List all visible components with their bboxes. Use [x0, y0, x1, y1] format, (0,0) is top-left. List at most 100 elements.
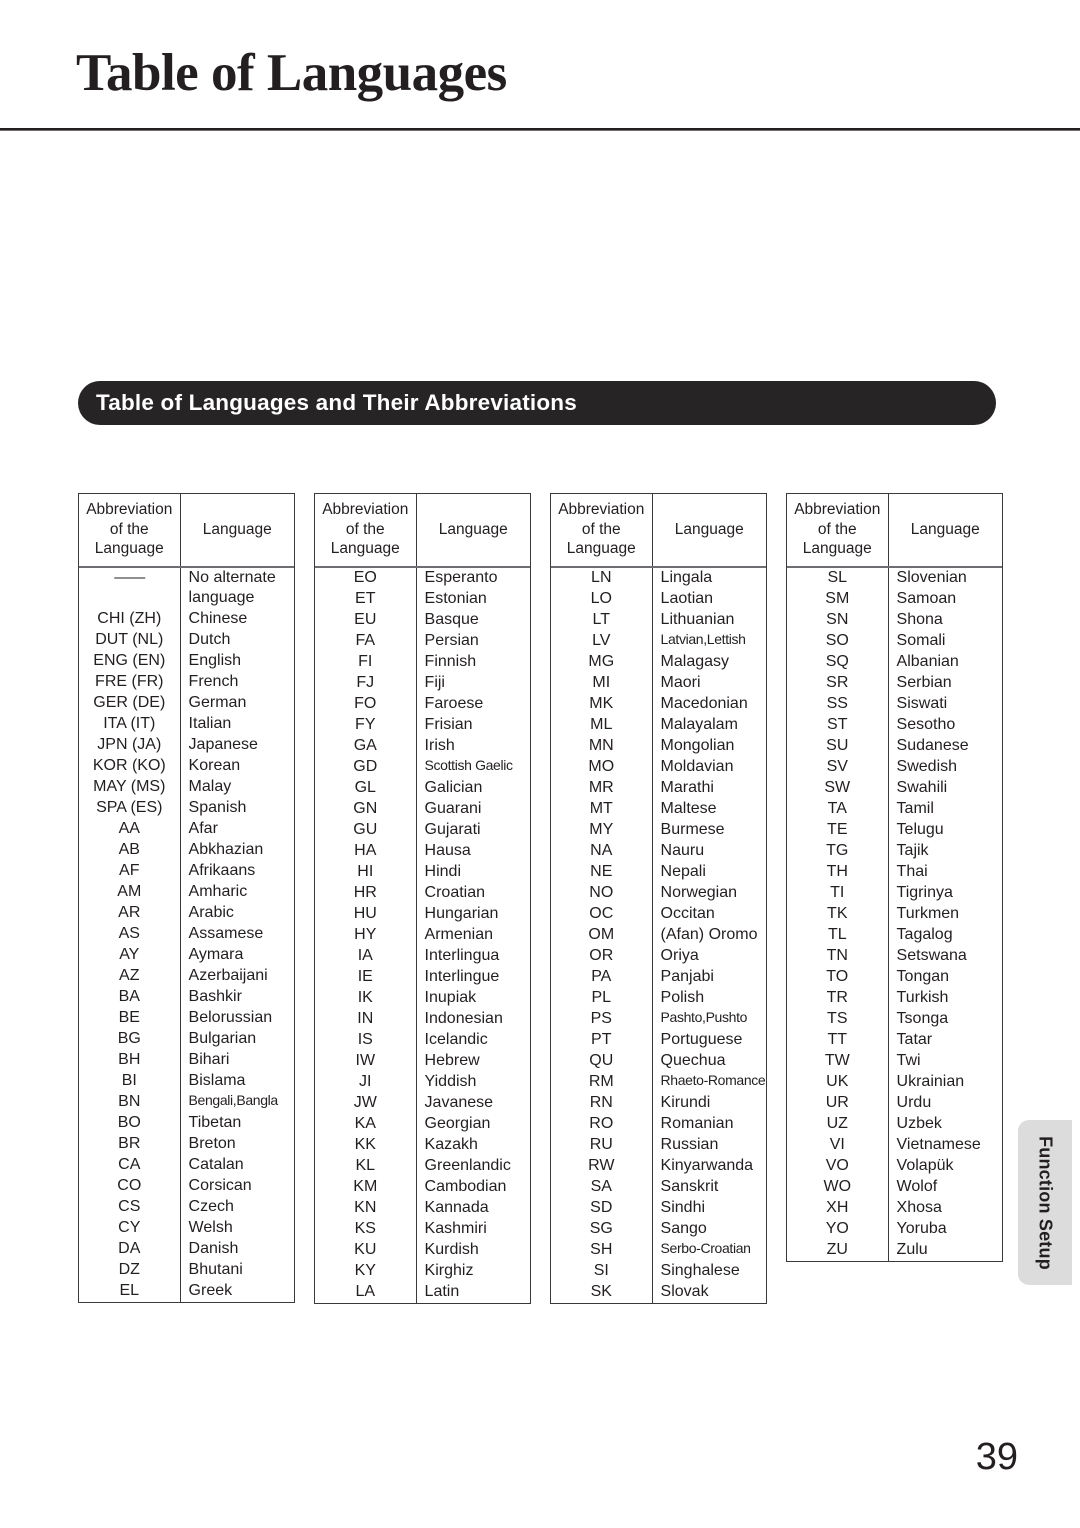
- table-row: YO Yoruba: [787, 1219, 1002, 1241]
- column-header-language: Language: [652, 494, 766, 569]
- abbreviation-cell: MO: [551, 757, 653, 779]
- abbreviation-cell: VI: [787, 1135, 889, 1157]
- abbreviation-cell: SG: [551, 1219, 653, 1241]
- language-table-block: Abbreviation of the Language Language EO Espe…: [314, 493, 531, 1305]
- table-row: —— No alternate language: [79, 567, 294, 610]
- table-row: SD Sindhi: [551, 1198, 766, 1220]
- language-name-cell: Gujarati: [424, 821, 481, 839]
- abbreviation-cell: KK: [315, 1135, 417, 1157]
- table-row: SI Singhalese: [551, 1261, 766, 1283]
- table-header-row: Abbreviation of the Language Language: [787, 494, 1002, 569]
- language-name-cell: Breton: [188, 1135, 236, 1153]
- language-name-cell: Panjabi: [660, 968, 714, 986]
- language-name-cell: Greenlandic: [424, 1157, 511, 1175]
- language-name-cell: Azerbaijani: [188, 967, 268, 985]
- table-row: SO Somali: [787, 631, 1002, 653]
- table-row: RN Kirundi: [551, 1093, 766, 1115]
- table-row: OC Occitan: [551, 904, 766, 926]
- language-name-cell: Frisian: [424, 716, 473, 734]
- language-name-cell: Kazakh: [424, 1136, 478, 1154]
- table-row: CS Czech: [79, 1197, 294, 1219]
- abbreviation-cell: BI: [79, 1071, 181, 1093]
- table-row: FI Finnish: [315, 652, 530, 674]
- language-name-cell: Zulu: [896, 1241, 928, 1259]
- column-header-abbreviation: Abbreviation of the Language: [79, 494, 181, 569]
- abbreviation-cell: PL: [551, 988, 653, 1010]
- table-row: NO Norwegian: [551, 883, 766, 905]
- language-name-cell: Siswati: [896, 695, 948, 713]
- table-row: RM Rhaeto-Romance: [551, 1072, 766, 1094]
- language-name-cell: Macedonian: [660, 695, 748, 713]
- abbreviation-cell: CY: [79, 1218, 181, 1240]
- abbreviation-cell: LN: [551, 567, 653, 590]
- language-name-cell: Kirundi: [660, 1094, 711, 1112]
- table-row: MG Malagasy: [551, 652, 766, 674]
- table-row: AR Arabic: [79, 903, 294, 925]
- abbreviation-cell: TS: [787, 1009, 889, 1031]
- table-row: SM Samoan: [787, 589, 1002, 611]
- table-row: JPN (JA) Japanese: [79, 735, 294, 757]
- table-row: EL Greek: [79, 1281, 294, 1303]
- table-row: KA Georgian: [315, 1114, 530, 1136]
- language-name-cell: Hebrew: [424, 1052, 480, 1070]
- abbreviation-cell: MT: [551, 799, 653, 821]
- language-name-cell: Laotian: [660, 590, 714, 608]
- language-name-cell: Irish: [424, 737, 455, 755]
- abbreviation-cell: KU: [315, 1240, 417, 1262]
- table-row: SV Swedish: [787, 757, 1002, 779]
- abbreviation-cell: SU: [787, 736, 889, 758]
- language-name-cell: Korean: [188, 757, 241, 775]
- language-name-cell: Rhaeto-Romance: [660, 1072, 766, 1089]
- abbreviation-cell: TT: [787, 1030, 889, 1052]
- language-name-cell: Amharic: [188, 883, 248, 901]
- column-header-language: Language: [888, 494, 1002, 569]
- table-header-row: Abbreviation of the Language Language: [315, 494, 530, 569]
- abbreviation-cell: LO: [551, 589, 653, 611]
- table-row: RO Romanian: [551, 1114, 766, 1136]
- language-name-cell: Lithuanian: [660, 611, 735, 629]
- abbreviation-cell: UR: [787, 1093, 889, 1115]
- abbreviation-cell: CO: [79, 1176, 181, 1198]
- table-row: ENG (EN) English: [79, 651, 294, 673]
- language-name-cell: Spanish: [188, 799, 247, 817]
- language-table-block: Abbreviation of the Language Language LN Ling…: [550, 493, 767, 1305]
- table-row: FRE (FR) French: [79, 672, 294, 694]
- abbreviation-cell: KM: [315, 1177, 417, 1199]
- table-row: SN Shona: [787, 610, 1002, 632]
- abbreviation-cell: FI: [315, 652, 417, 674]
- column-header-abbreviation: Abbreviation of the Language: [315, 494, 417, 569]
- abbreviation-cell: BA: [79, 987, 181, 1009]
- language-name-cell: Esperanto: [424, 569, 498, 587]
- language-name-cell: French: [188, 673, 239, 691]
- table-row: LN Lingala: [551, 567, 766, 590]
- table-row: CHI (ZH) Chinese: [79, 609, 294, 631]
- table-row: TO Tongan: [787, 967, 1002, 989]
- abbreviation-cell: RO: [551, 1114, 653, 1136]
- language-name-cell: Guarani: [424, 800, 482, 818]
- table-row: SK Slovak: [551, 1282, 766, 1304]
- abbreviation-cell: RU: [551, 1135, 653, 1157]
- abbreviation-cell: AF: [79, 861, 181, 883]
- language-name-cell: Telugu: [896, 821, 944, 839]
- language-name-cell: Samoan: [896, 590, 957, 608]
- language-name-cell: Armenian: [424, 926, 494, 944]
- language-name-cell: Twi: [896, 1052, 921, 1070]
- table-row: FA Persian: [315, 631, 530, 653]
- table-row: TT Tatar: [787, 1030, 1002, 1052]
- language-name-cell: Pashto,Pushto: [660, 1009, 748, 1026]
- language-name-cell: Ukrainian: [896, 1073, 965, 1091]
- language-name-cell: Slovak: [660, 1283, 709, 1301]
- language-name-cell: Sanskrit: [660, 1178, 719, 1196]
- abbreviation-cell: TR: [787, 988, 889, 1010]
- language-name-cell: Catalan: [188, 1156, 244, 1174]
- abbreviation-cell: BE: [79, 1008, 181, 1030]
- abbreviation-cell: TA: [787, 799, 889, 821]
- abbreviation-cell: RW: [551, 1156, 653, 1178]
- language-name-cell: Lingala: [660, 569, 713, 587]
- table-row: LO Laotian: [551, 589, 766, 611]
- table-row: BG Bulgarian: [79, 1029, 294, 1051]
- language-name-cell: Italian: [188, 715, 232, 733]
- table-row: HA Hausa: [315, 841, 530, 863]
- language-name-cell: Tamil: [896, 800, 934, 818]
- table-row: TL Tagalog: [787, 925, 1002, 947]
